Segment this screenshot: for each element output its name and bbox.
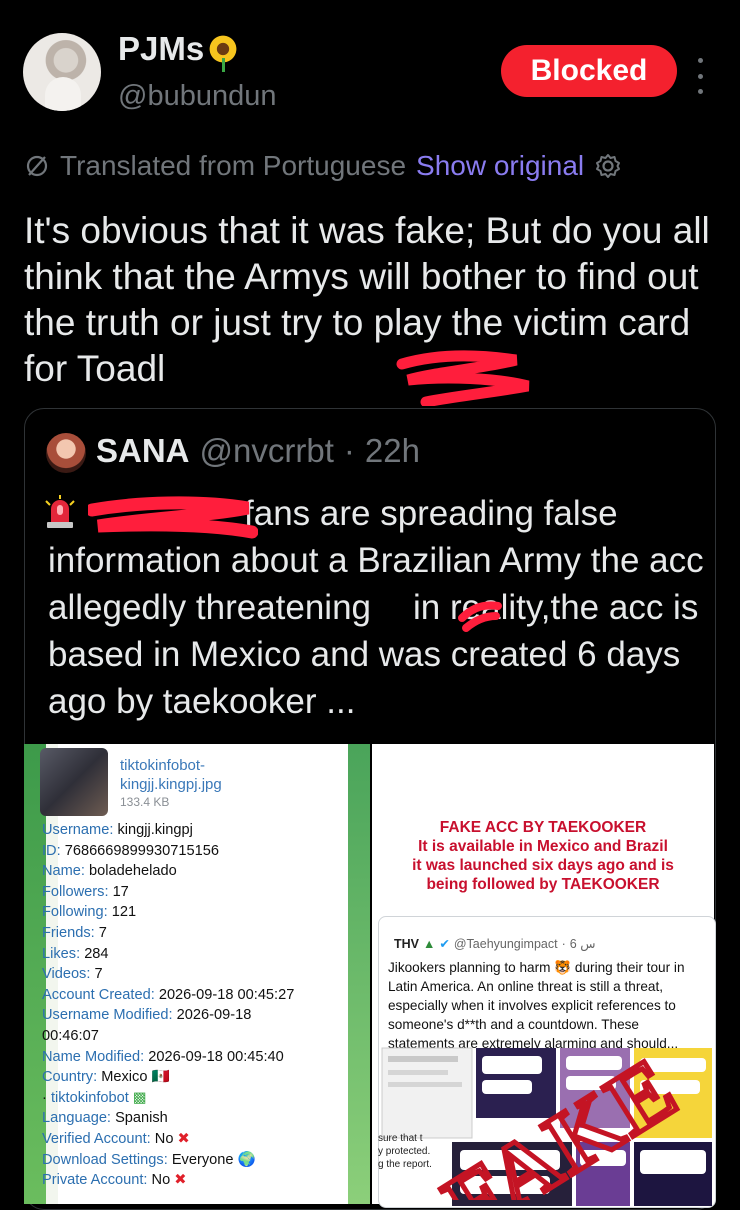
check-icon: ▩ bbox=[132, 1089, 147, 1106]
quote-avatar[interactable] bbox=[46, 433, 86, 473]
quote-author-handle[interactable]: @nvcrrbt bbox=[200, 432, 334, 470]
info-row: Likes: 284 bbox=[42, 945, 109, 962]
quote-author-name[interactable]: SANA bbox=[96, 432, 190, 470]
embedded-tweet-header: THV ▲ ✔ @Taehyungimpact · 6 س bbox=[394, 936, 596, 952]
blocked-button[interactable]: Blocked bbox=[501, 45, 677, 97]
file-name: tiktokinfobot-kingjj.kingpj.jpg bbox=[120, 757, 222, 793]
verified-icon: ✔ bbox=[439, 937, 450, 951]
info-row: 00:46:07 bbox=[42, 1027, 99, 1044]
more-options-icon[interactable] bbox=[690, 58, 710, 94]
file-size: 133.4 KB bbox=[120, 795, 170, 809]
info-row: Language: Spanish bbox=[42, 1110, 168, 1127]
fake-acc-title: FAKE ACC BY TAEKOOKER It is available in… bbox=[412, 819, 674, 893]
info-row: ID: 7686669899930715156 bbox=[42, 842, 219, 859]
info-row: Name Modified: 2026-09-18 00:45:40 bbox=[42, 1048, 284, 1065]
info-row: · tiktokinfobot ▩ bbox=[42, 1089, 147, 1106]
info-row: Following: 121 bbox=[42, 904, 137, 921]
file-thumbnail bbox=[40, 748, 108, 816]
info-row: Name: boladehelado bbox=[42, 863, 177, 880]
info-row: Followers: 17 bbox=[42, 883, 129, 900]
tree-icon: ▲ bbox=[423, 936, 436, 951]
author-handle[interactable]: @bubundun bbox=[118, 80, 276, 113]
fake-stamp: FAKE bbox=[426, 1036, 698, 1200]
info-row: Private Account: No ✖ bbox=[42, 1172, 187, 1189]
info-row: Friends: 7 bbox=[42, 924, 107, 941]
cross-icon: ✖ bbox=[174, 1172, 187, 1189]
translation-row: Translated from Portuguese Show original bbox=[24, 150, 622, 182]
info-row: Country: Mexico 🇲🇽 bbox=[42, 1069, 170, 1086]
quote-separator: · bbox=[343, 432, 355, 469]
sunflower-icon bbox=[208, 34, 239, 72]
fake-stamp-text: FAKE bbox=[429, 1039, 696, 1200]
quote-time[interactable]: 22h bbox=[365, 432, 420, 470]
tweet-text: It's obvious that it was fake; But do yo… bbox=[24, 210, 710, 389]
info-row: Videos: 7 bbox=[42, 966, 103, 983]
quote-header: SANA @nvcrrbt · 22h bbox=[96, 432, 420, 470]
redaction-scribble bbox=[396, 346, 536, 406]
redaction-scribble bbox=[88, 496, 258, 542]
info-row: Username Modified: 2026-09-18 bbox=[42, 1007, 252, 1024]
translation-label: Translated from Portuguese bbox=[60, 150, 407, 181]
info-row: Account Created: 2026-09-18 00:45:27 bbox=[42, 986, 295, 1003]
show-original-link[interactable]: Show original bbox=[416, 150, 584, 182]
author-display-name[interactable]: PJMs bbox=[118, 30, 204, 68]
account-info-list: Username: kingjj.kingpj ID: 768666989993… bbox=[42, 820, 342, 1191]
info-row: Verified Account: No ✖ bbox=[42, 1130, 190, 1147]
cross-icon: ✖ bbox=[177, 1130, 190, 1147]
info-row: Username: kingjj.kingpj bbox=[42, 822, 193, 838]
translate-icon bbox=[26, 155, 48, 177]
avatar[interactable] bbox=[23, 33, 101, 111]
redaction-scribble bbox=[456, 598, 504, 634]
gear-icon[interactable] bbox=[594, 152, 622, 180]
info-row: Download Settings: Everyone 🌍 bbox=[42, 1151, 256, 1168]
author-name-row[interactable]: PJMs bbox=[118, 30, 239, 72]
